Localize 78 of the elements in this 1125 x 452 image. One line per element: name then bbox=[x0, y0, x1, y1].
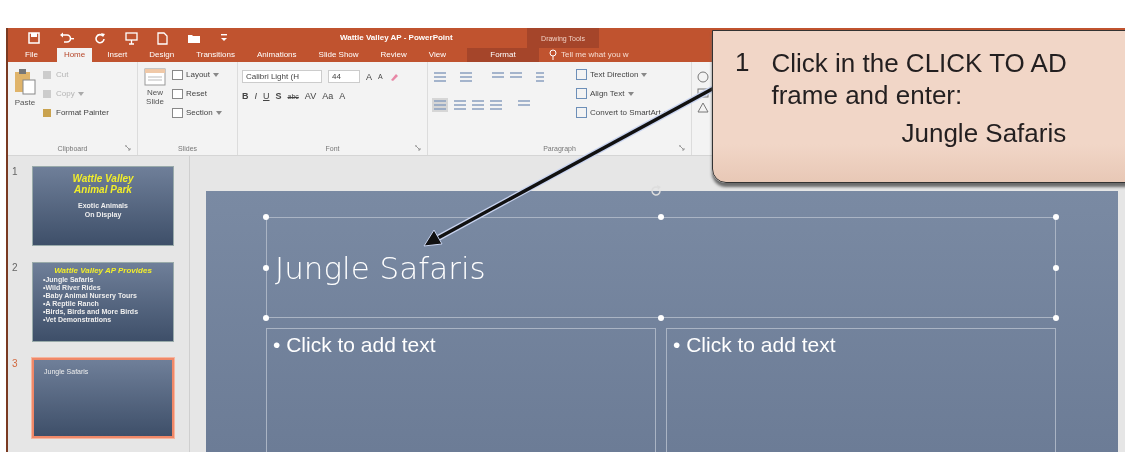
shapes-gallery-icon[interactable] bbox=[696, 70, 710, 116]
content-placeholder[interactable]: • Click to add text bbox=[266, 328, 656, 452]
ribbon-tab[interactable]: Slide Show bbox=[311, 48, 366, 62]
eraser-icon[interactable] bbox=[388, 71, 399, 82]
ribbon-tab[interactable]: File bbox=[18, 48, 45, 62]
title-placeholder[interactable]: Jungle Safaris bbox=[266, 217, 1056, 318]
caret-icon bbox=[213, 72, 220, 77]
text-layout-icon bbox=[576, 69, 587, 80]
slide-number: 3 bbox=[12, 358, 19, 371]
caret-icon bbox=[77, 91, 84, 96]
entry-text: Jungle Safaris bbox=[900, 117, 1067, 149]
format-button[interactable]: A bbox=[339, 91, 346, 101]
thumbnail-title: Wattle Valley AP Provides bbox=[54, 266, 152, 275]
layout-icon bbox=[172, 88, 183, 99]
clipboard-icon bbox=[13, 68, 37, 96]
caret-icon bbox=[627, 91, 634, 96]
format-button[interactable]: AV bbox=[304, 91, 317, 101]
paragraph-command[interactable]: Text Direction bbox=[576, 68, 670, 81]
new-file-icon[interactable] bbox=[157, 31, 168, 45]
thumbnail-title: Wattle Valley bbox=[72, 173, 134, 184]
save-icon[interactable] bbox=[28, 32, 40, 44]
text-layout-icon bbox=[576, 88, 587, 99]
paste-label: Paste bbox=[14, 98, 36, 107]
folder-icon[interactable] bbox=[187, 32, 201, 44]
paste-button[interactable]: Paste bbox=[12, 66, 38, 141]
ribbon-tab[interactable]: Format bbox=[467, 48, 540, 62]
paragraph-command[interactable]: Align Text bbox=[576, 87, 670, 100]
format-button[interactable]: Aa bbox=[322, 91, 334, 101]
layout-icon bbox=[172, 69, 183, 80]
ribbon-tab[interactable]: Transitions bbox=[189, 48, 242, 62]
font-name-field[interactable]: Calibri Light (H bbox=[242, 70, 322, 83]
format-button[interactable]: I bbox=[254, 91, 257, 101]
text-layout-icon bbox=[576, 107, 587, 118]
placeholder-text: • Click to add text bbox=[273, 333, 436, 356]
launcher-icon[interactable] bbox=[415, 145, 421, 151]
new-slide-button[interactable]: New Slide bbox=[142, 66, 168, 141]
layout-icon bbox=[172, 107, 183, 118]
undo-icon[interactable] bbox=[59, 32, 75, 44]
format-button[interactable]: B bbox=[242, 91, 249, 101]
rotate-handle-icon[interactable] bbox=[650, 185, 662, 197]
command-icon bbox=[42, 88, 53, 99]
lightbulb-icon bbox=[549, 49, 558, 60]
instruction-text: Click in the CLICK TO AD bbox=[771, 47, 1067, 79]
command-icon bbox=[42, 107, 53, 118]
caret-icon bbox=[641, 72, 648, 77]
placeholder-text: • Click to add text bbox=[673, 333, 836, 356]
presentation-icon[interactable] bbox=[125, 31, 138, 45]
tell-me-field[interactable]: Tell me what you w bbox=[549, 49, 629, 62]
window-title: Wattle Valley AP - PowerPoint bbox=[340, 33, 453, 42]
step-number: 1 bbox=[735, 47, 750, 79]
format-button[interactable]: S bbox=[275, 91, 282, 101]
customize-icon[interactable] bbox=[220, 33, 228, 43]
redo-icon[interactable] bbox=[94, 32, 106, 44]
paragraph-command[interactable]: Convert to SmartArt bbox=[576, 106, 670, 119]
format-button[interactable]: U bbox=[263, 91, 270, 101]
command-icon bbox=[42, 69, 53, 80]
launcher-icon[interactable] bbox=[125, 145, 131, 151]
ribbon-tab[interactable]: Insert bbox=[100, 48, 135, 62]
slides-command[interactable]: Section bbox=[172, 106, 222, 119]
slides-command[interactable]: Reset bbox=[172, 87, 222, 100]
slide-title: Jungle Safaris bbox=[274, 249, 486, 286]
slides-command[interactable]: Layout bbox=[172, 68, 222, 81]
new-slide-label: New Slide bbox=[145, 88, 165, 106]
ribbon-tab[interactable]: View bbox=[421, 48, 454, 62]
launcher-icon[interactable] bbox=[679, 145, 685, 151]
clipboard-command[interactable]: Format Painter bbox=[42, 106, 109, 119]
caret-icon bbox=[215, 110, 222, 115]
content-placeholder[interactable]: • Click to add text bbox=[666, 328, 1056, 452]
instruction-text: frame and enter: bbox=[771, 79, 964, 111]
grow-font-button[interactable]: A bbox=[366, 71, 372, 82]
slide-icon bbox=[144, 68, 166, 86]
font-size-field[interactable]: 44 bbox=[328, 70, 360, 83]
ribbon-tab[interactable]: Animations bbox=[250, 48, 304, 62]
ribbon-tab[interactable]: Design bbox=[142, 48, 182, 62]
slide-number: 1 bbox=[12, 166, 19, 179]
ribbon-tab[interactable]: Review bbox=[373, 48, 414, 62]
slide-number: 2 bbox=[12, 262, 19, 275]
thumbnail-title: Animal Park bbox=[74, 184, 132, 195]
